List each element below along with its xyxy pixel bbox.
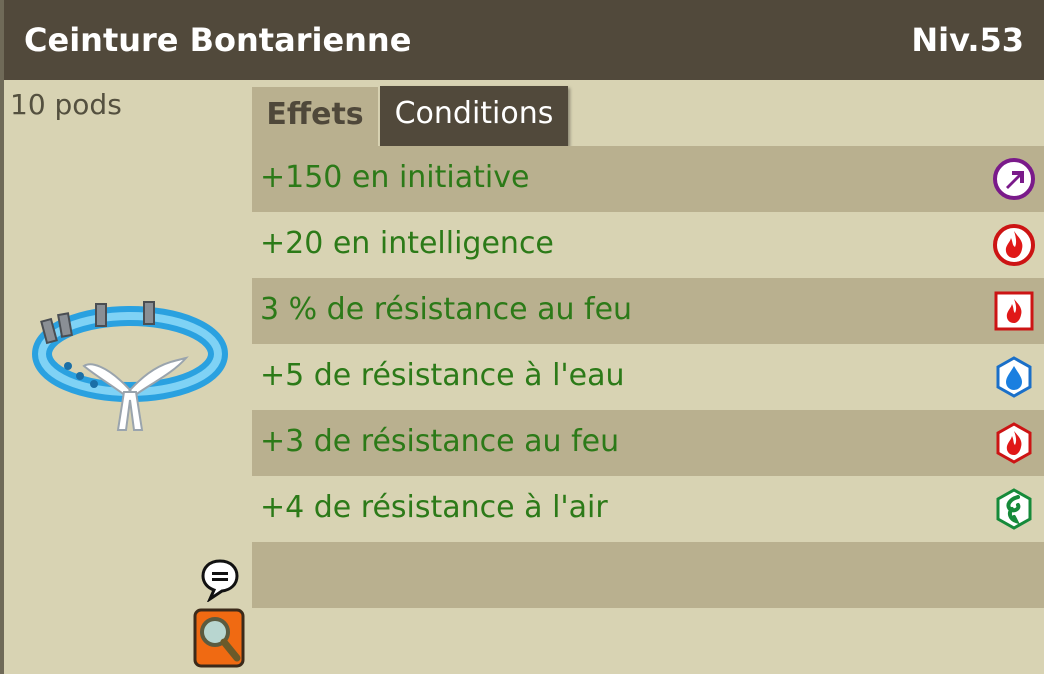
empty-effect-row (252, 608, 1044, 674)
panel-edge (0, 0, 4, 674)
magnifier-icon[interactable] (193, 606, 245, 668)
effect-row: +3 de résistance au feu (252, 410, 1044, 476)
item-weight: 10 pods (10, 88, 122, 121)
effect-text: +150 en initiative (260, 160, 530, 195)
tab-conditions[interactable]: Conditions (380, 86, 568, 146)
effect-text: 3 % de résistance au feu (260, 292, 633, 327)
fire-resistance-icon (996, 422, 1032, 464)
effects-list: +150 en initiative +20 en intelligence 3… (252, 146, 1044, 674)
effect-row: +5 de résistance à l'eau (252, 344, 1044, 410)
effect-row: +4 de résistance à l'air (252, 476, 1044, 542)
effect-text: +4 de résistance à l'air (260, 490, 608, 525)
item-level: Niv.53 (911, 21, 1024, 59)
item-tooltip: Ceinture Bontarienne Niv.53 10 pods Effe… (0, 0, 1044, 674)
fire-resistance-percent-icon (994, 291, 1034, 331)
item-name: Ceinture Bontarienne (24, 21, 412, 59)
effect-row: +150 en initiative (252, 146, 1044, 212)
effect-text: +3 de résistance au feu (260, 424, 620, 459)
air-resistance-icon (996, 488, 1032, 530)
belt-item-image (32, 301, 228, 431)
water-resistance-icon (996, 356, 1032, 398)
initiative-icon (993, 158, 1035, 200)
effect-row: +20 en intelligence (252, 212, 1044, 278)
item-header: Ceinture Bontarienne Niv.53 (0, 0, 1044, 80)
chat-bubble-icon[interactable] (200, 558, 240, 602)
tab-effets[interactable]: Effets (252, 84, 378, 146)
intelligence-fire-icon (993, 224, 1035, 266)
empty-effect-row (252, 542, 1044, 608)
effect-row: 3 % de résistance au feu (252, 278, 1044, 344)
effect-text: +5 de résistance à l'eau (260, 358, 625, 393)
effect-text: +20 en intelligence (260, 226, 554, 261)
